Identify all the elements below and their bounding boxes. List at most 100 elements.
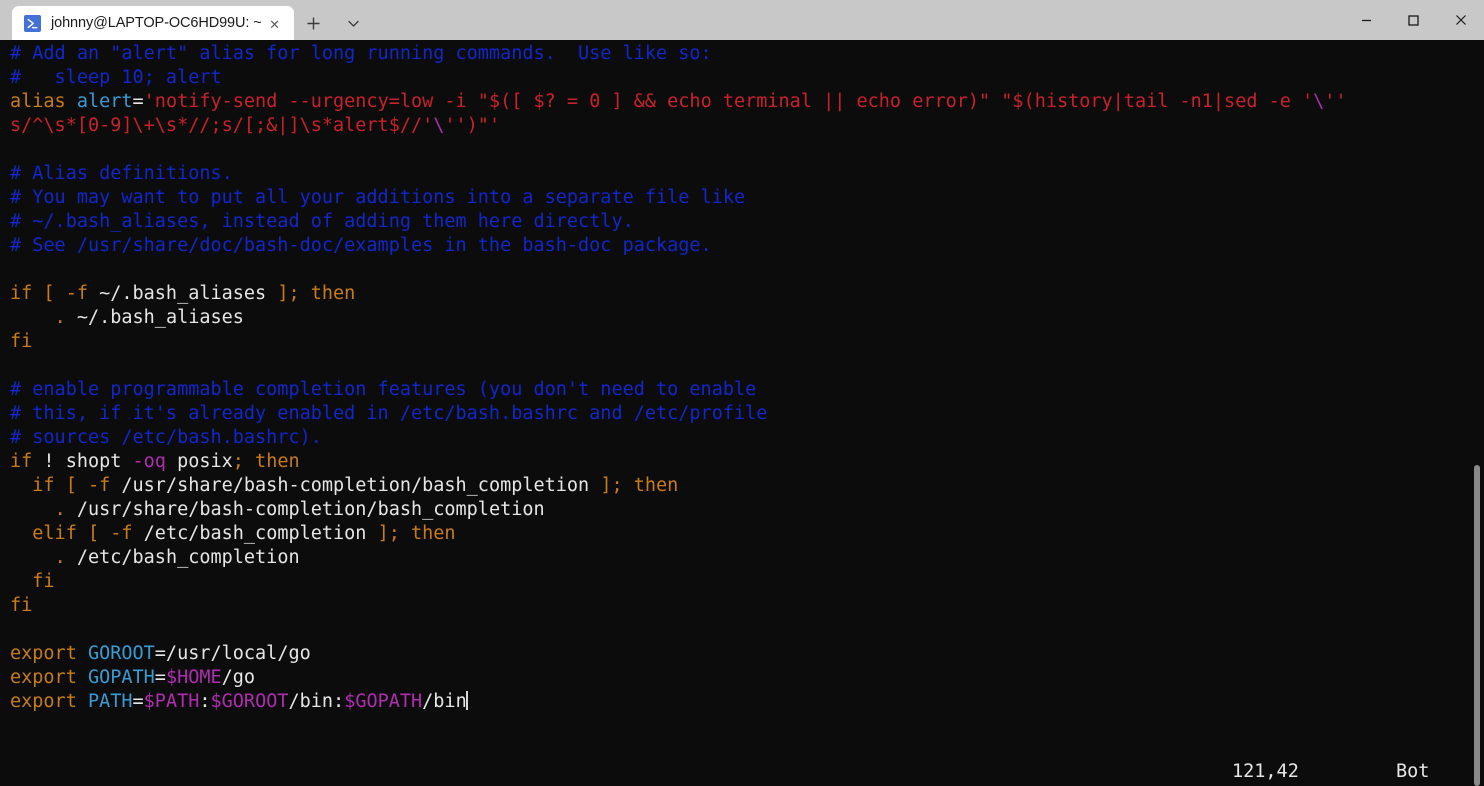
code-span: . [54,499,66,520]
code-span: # You may want to put all your additions… [10,187,746,208]
code-span: ]; then [589,475,679,496]
code-span [10,475,32,496]
code-line: # Alias definitions. [10,162,1484,186]
code-span: = [132,691,144,712]
plus-icon [307,17,320,29]
code-span: alert [76,91,133,112]
code-line: # sources /etc/bash.bashrc). [10,426,1484,450]
code-span: # sources /etc/bash.bashrc). [10,427,322,448]
code-span: ~/.bash_aliases [99,283,267,304]
code-line: # See /usr/share/doc/bash-doc/examples i… [10,234,1484,258]
code-span: = [154,667,166,688]
code-span [10,523,32,544]
code-span: /usr/share/bash-completion/bash_completi… [65,499,545,520]
code-span: . [54,547,66,568]
code-span: /etc/bash_completion [65,547,300,568]
code-span: ~/.bash_aliases [65,307,244,328]
tab-title: johnny@LAPTOP-OC6HD99U: ~ [51,15,262,31]
code-span: # sleep 10; alert [10,67,222,88]
vim-scroll-position: Bot [1396,761,1430,782]
code-line: # sleep 10; alert [10,66,1484,90]
code-span: fi [10,595,33,616]
code-span: if [ -f [10,283,100,304]
code-span: /etc/bash_completion [143,523,367,544]
code-line: alias alert='notify-send --urgency=low -… [10,90,1484,114]
code-line: # this, if it's already enabled in /etc/… [10,402,1484,426]
minimize-icon [1362,19,1371,21]
code-span: # this, if it's already enabled in /etc/… [10,403,768,424]
close-icon [1455,15,1466,25]
scrollbar-thumb[interactable] [1474,465,1480,786]
code-line: # You may want to put all your additions… [10,186,1484,210]
code-span: /bin: [288,691,345,712]
terminal-tab[interactable]: johnny@LAPTOP-OC6HD99U: ~ ✕ [12,6,294,40]
code-span [10,307,55,328]
code-span: # Add an "alert" alias for long running … [10,43,712,64]
code-span: /bin [422,691,467,712]
code-line: export PATH=$PATH:$GOROOT/bin:$GOPATH/bi… [10,690,1484,714]
tab-dropdown-button[interactable] [334,6,374,40]
code-line: . ~/.bash_aliases [10,306,1484,330]
code-span: fi [10,331,33,352]
minimize-button[interactable] [1343,0,1390,40]
code-span: # ~/.bash_aliases, instead of adding the… [10,211,634,232]
code-line: if [ -f /usr/share/bash-completion/bash_… [10,474,1484,498]
code-span: -oq [132,451,166,472]
code-line: # enable programmable completion feature… [10,378,1484,402]
terminal-scrollbar[interactable] [1468,40,1484,786]
code-span: : [199,691,211,712]
vim-text-buffer[interactable]: # Add an "alert" alias for long running … [0,40,1484,714]
code-span: /go [221,667,256,688]
code-line: fi [10,594,1484,618]
code-line: fi [10,330,1484,354]
terminal-viewport[interactable]: # Add an "alert" alias for long running … [0,40,1484,786]
code-line: elif [ -f /etc/bash_completion ]; then [10,522,1484,546]
code-line: . /usr/share/bash-completion/bash_comple… [10,498,1484,522]
code-span: PATH [87,691,133,712]
code-span: '' [1324,91,1347,112]
code-span: export [10,667,88,688]
code-span: $HOME [165,667,222,688]
code-span: $PATH [143,691,200,712]
vim-status-line: -- INSERT -- 121,42 Bot [0,760,1484,786]
code-line: # Add an "alert" alias for long running … [10,42,1484,66]
code-span: $GOROOT [210,691,289,712]
code-span: '')"' [444,115,501,136]
code-span: alias [10,91,77,112]
vim-cursor-ruler: 121,42 [1232,761,1299,782]
code-line: if [ -f ~/.bash_aliases ]; then [10,282,1484,306]
code-span: if [10,451,44,472]
close-tab-icon[interactable]: ✕ [262,10,288,36]
code-span: \ [433,115,445,136]
chevron-down-icon [348,20,359,27]
code-span: if [ -f [32,475,122,496]
code-line: if ! shopt -oq posix; then [10,450,1484,474]
code-span [10,547,55,568]
new-tab-button[interactable] [294,6,334,40]
code-span: # Alias definitions. [10,163,233,184]
code-span: = [132,91,144,112]
text-cursor [465,691,468,710]
titlebar-drag-region[interactable] [374,0,1343,40]
code-span: fi [32,571,55,592]
code-line: export GOPATH=$HOME/go [10,666,1484,690]
code-span: $GOPATH [344,691,423,712]
code-span: export [10,643,88,664]
window-controls [1343,0,1484,40]
code-span: # See /usr/share/doc/bash-doc/examples i… [10,235,712,256]
code-span: /usr/share/bash-completion/bash_completi… [121,475,590,496]
maximize-icon [1408,14,1419,26]
maximize-button[interactable] [1390,0,1437,40]
code-span: export [10,691,88,712]
code-line: export GOROOT=/usr/local/go [10,642,1484,666]
title-bar: johnny@LAPTOP-OC6HD99U: ~ ✕ [0,0,1484,40]
tab-strip: johnny@LAPTOP-OC6HD99U: ~ ✕ [0,0,374,40]
close-window-button[interactable] [1437,0,1484,40]
code-span: =/usr/local/go [154,643,311,664]
code-span: elif [ -f [32,523,144,544]
code-span: # enable programmable completion feature… [10,379,757,400]
